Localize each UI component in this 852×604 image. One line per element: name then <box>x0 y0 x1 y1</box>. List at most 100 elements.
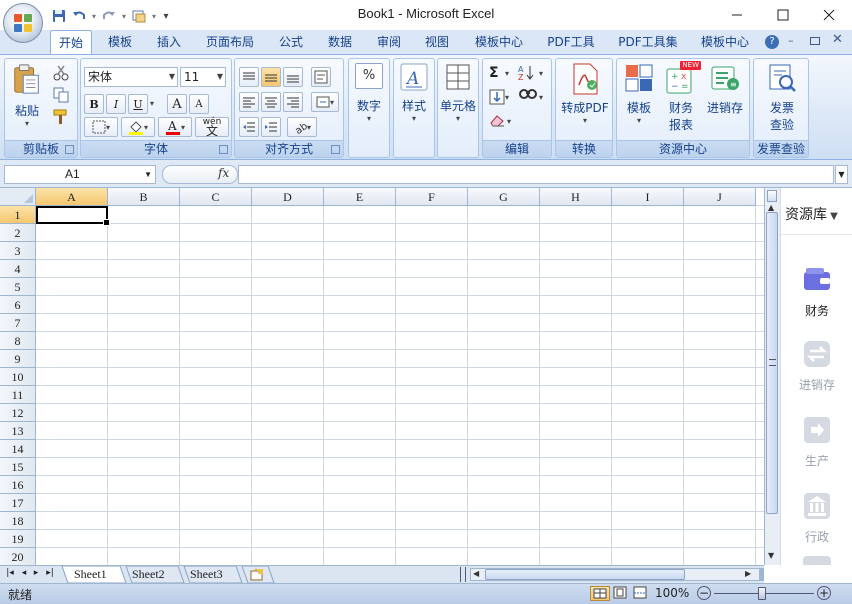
tab-review[interactable]: 审阅 <box>368 30 410 54</box>
underline-button[interactable]: U <box>128 94 148 114</box>
convert-dropdown-icon[interactable]: ▾ <box>558 116 612 125</box>
resource-panel-title[interactable]: 资源库 ▼ <box>785 204 838 224</box>
zoom-out-icon[interactable]: − <box>697 586 711 600</box>
row-header-17[interactable]: 17 <box>0 494 36 512</box>
number-dropdown-icon[interactable]: ▾ <box>352 114 386 123</box>
tab-home[interactable]: 开始 <box>50 30 92 55</box>
copy-icon[interactable] <box>53 87 69 106</box>
normal-view-button[interactable] <box>590 586 610 601</box>
resource-item-admin[interactable]: 行政 <box>781 492 852 545</box>
finance-report-button[interactable]: + x − = NEW 财务 报表 <box>661 61 701 133</box>
font-color-button[interactable]: A ▾ <box>158 117 192 137</box>
row-header-1[interactable]: 1 <box>0 206 36 224</box>
tab-view[interactable]: 视图 <box>416 30 458 54</box>
align-bottom-button[interactable] <box>283 67 303 87</box>
fill-down-icon[interactable] <box>489 89 505 108</box>
zoom-in-icon[interactable]: + <box>817 586 831 600</box>
clear-icon[interactable] <box>489 113 505 130</box>
resource-item-finance[interactable]: 财务 <box>781 266 852 319</box>
page-layout-view-button[interactable] <box>611 586 631 601</box>
column-header-h[interactable]: H <box>540 188 612 206</box>
bold-button[interactable]: B <box>84 94 104 114</box>
column-header-f[interactable]: F <box>396 188 468 206</box>
row-header-12[interactable]: 12 <box>0 404 36 422</box>
sheet-tab-2[interactable]: Sheet2 <box>124 566 173 584</box>
next-sheet-icon[interactable]: ▸ <box>30 568 42 578</box>
row-header-13[interactable]: 13 <box>0 422 36 440</box>
row-header-5[interactable]: 5 <box>0 278 36 296</box>
scroll-down-icon[interactable]: ▼ <box>768 551 774 560</box>
font-size-combo[interactable]: 11 ▼ <box>180 67 226 87</box>
maximize-button[interactable] <box>760 0 806 30</box>
sort-dropdown-icon[interactable]: ▾ <box>539 69 543 78</box>
alignment-launcher-icon[interactable] <box>331 145 340 154</box>
sort-filter-icon[interactable]: AZ <box>517 63 537 84</box>
fill-dropdown-icon[interactable]: ▾ <box>505 93 509 102</box>
column-header-i[interactable]: I <box>612 188 684 206</box>
column-header-j[interactable]: J <box>684 188 756 206</box>
font-name-combo[interactable]: 宋体 ▼ <box>84 67 178 87</box>
formula-input[interactable] <box>238 165 834 184</box>
row-header-20[interactable]: 20 <box>0 548 36 565</box>
vertical-scroll-thumb[interactable] <box>766 212 778 514</box>
tab-formulas[interactable]: 公式 <box>270 30 312 54</box>
row-header-15[interactable]: 15 <box>0 458 36 476</box>
number-button[interactable]: % 数字 ▾ <box>352 63 386 123</box>
shrink-font-button[interactable]: A <box>189 94 209 114</box>
row-header-16[interactable]: 16 <box>0 476 36 494</box>
font-name-dropdown-icon[interactable]: ▼ <box>169 68 175 86</box>
align-middle-button[interactable] <box>261 67 281 87</box>
cells-button[interactable]: 单元格 ▾ <box>438 63 478 123</box>
orientation-button[interactable] <box>311 67 331 87</box>
template-dropdown-icon[interactable]: ▾ <box>620 116 658 125</box>
styles-dropdown-icon[interactable]: ▾ <box>397 114 431 123</box>
row-header-14[interactable]: 14 <box>0 440 36 458</box>
ribbon-minimize-icon[interactable]: – <box>788 34 794 47</box>
text-direction-button[interactable]: ab ▾ <box>287 117 317 137</box>
row-header-3[interactable]: 3 <box>0 242 36 260</box>
cells-dropdown-icon[interactable]: ▾ <box>438 114 478 123</box>
sheet-tab-1[interactable]: Sheet1 <box>66 566 115 584</box>
page-break-view-button[interactable] <box>631 586 651 601</box>
fill-color-button[interactable]: ▾ <box>121 117 155 137</box>
row-header-11[interactable]: 11 <box>0 386 36 404</box>
column-header-c[interactable]: C <box>180 188 252 206</box>
find-select-icon[interactable] <box>519 88 537 107</box>
format-painter-qat-icon[interactable] <box>130 7 148 25</box>
horizontal-scrollbar[interactable]: ◀ ▶ <box>470 568 760 581</box>
paste-button[interactable]: 粘贴 ▾ <box>9 63 45 128</box>
tab-template-center-2[interactable]: 模板中心 <box>692 30 758 54</box>
column-header-b[interactable]: B <box>108 188 180 206</box>
resource-item-production[interactable]: 生产 <box>781 416 852 469</box>
tab-template-center[interactable]: 模板中心 <box>464 30 534 54</box>
first-sheet-icon[interactable]: |◂ <box>4 568 16 578</box>
sheet-tab-3[interactable]: Sheet3 <box>182 566 231 584</box>
redo-dropdown-icon[interactable]: ▾ <box>120 12 128 21</box>
scroll-left-icon[interactable]: ◀ <box>473 569 479 578</box>
column-header-a[interactable]: A <box>36 188 108 206</box>
row-header-8[interactable]: 8 <box>0 332 36 350</box>
align-top-button[interactable] <box>239 67 259 87</box>
name-box[interactable]: A1 ▼ <box>4 165 156 184</box>
template-button[interactable]: 模板 ▾ <box>620 63 658 125</box>
minimize-button[interactable] <box>714 0 760 30</box>
prev-sheet-icon[interactable]: ◂ <box>18 568 30 578</box>
italic-button[interactable]: I <box>106 94 126 114</box>
select-all-corner[interactable] <box>0 188 36 206</box>
resource-item-more-icon[interactable] <box>803 556 831 565</box>
row-header-18[interactable]: 18 <box>0 512 36 530</box>
row-header-9[interactable]: 9 <box>0 350 36 368</box>
row-header-4[interactable]: 4 <box>0 260 36 278</box>
name-box-dropdown-icon[interactable]: ▼ <box>144 166 152 183</box>
increase-indent-button[interactable] <box>261 117 281 137</box>
invoicing-button[interactable]: ≡ 进销存 <box>703 63 747 116</box>
close-button[interactable] <box>806 0 852 30</box>
autosum-dropdown-icon[interactable]: ▾ <box>505 69 509 78</box>
resource-item-invoicing[interactable]: 进销存 <box>781 340 852 393</box>
cut-icon[interactable] <box>53 65 69 84</box>
worksheet-grid[interactable]: ABCDEFGHIJ 1 2 3 4 5 6 7 8 9 10 11 12 13 14 15 16 17 18 19… <box>0 188 764 565</box>
customize-qat-icon[interactable]: ▾ <box>160 7 172 25</box>
row-header-6[interactable]: 6 <box>0 296 36 314</box>
row-header-19[interactable]: 19 <box>0 530 36 548</box>
column-header-d[interactable]: D <box>252 188 324 206</box>
